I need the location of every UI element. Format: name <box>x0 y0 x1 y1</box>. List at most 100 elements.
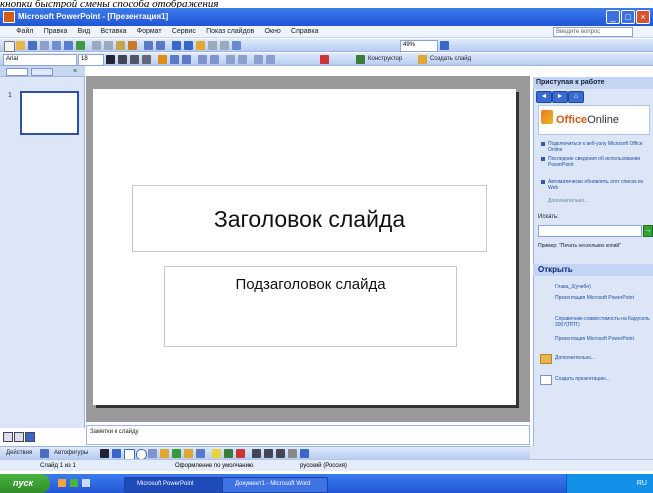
picture-icon[interactable] <box>196 449 205 458</box>
increase-indent-icon[interactable] <box>266 55 275 64</box>
new-slide-button[interactable]: Создать слайд <box>430 53 471 66</box>
new-slide-icon[interactable] <box>418 55 427 64</box>
search-go-button[interactable]: → <box>643 225 653 237</box>
menu-edit[interactable]: Правка <box>40 26 72 38</box>
menu-tools[interactable]: Сервис <box>168 26 200 38</box>
tray-language[interactable]: RU <box>637 480 647 487</box>
italic-icon[interactable] <box>118 55 127 64</box>
shadow-style-icon[interactable] <box>288 449 297 458</box>
line-style-icon[interactable] <box>252 449 261 458</box>
align-left-icon[interactable] <box>158 55 167 64</box>
tab-slides[interactable] <box>6 68 28 76</box>
decrease-indent-icon[interactable] <box>254 55 263 64</box>
preview-icon[interactable] <box>64 41 73 50</box>
font-name-combo[interactable]: Arial <box>3 54 77 66</box>
diagram-icon[interactable] <box>172 449 181 458</box>
new-icon[interactable] <box>4 41 15 52</box>
link-latest-news[interactable]: Последние сведения об использовании Powe… <box>548 156 644 168</box>
grid-icon[interactable] <box>220 41 229 50</box>
spelling-icon[interactable] <box>76 41 85 50</box>
font-size-combo[interactable]: 18 <box>78 54 104 66</box>
numbering-icon[interactable] <box>198 55 207 64</box>
line-icon[interactable] <box>100 449 109 458</box>
search-input[interactable] <box>538 225 642 237</box>
quicklaunch-icon[interactable] <box>70 479 78 487</box>
link-office-online[interactable]: Подключиться к веб-узлу Microsoft Office… <box>548 141 644 153</box>
align-center-icon[interactable] <box>170 55 179 64</box>
color-grayscale-icon[interactable] <box>232 41 241 50</box>
insert-table-icon[interactable] <box>184 41 193 50</box>
forward-arrow-icon[interactable]: ► <box>552 91 568 103</box>
start-button[interactable]: пуск <box>0 474 50 493</box>
maximize-button[interactable]: □ <box>621 10 635 24</box>
save-icon[interactable] <box>28 41 37 50</box>
open-item[interactable]: Презентация Microsoft PowerPoint <box>555 336 650 342</box>
open-item[interactable]: Презентация Microsoft PowerPoint <box>555 295 650 301</box>
redo-icon[interactable] <box>156 41 165 50</box>
help-search-input[interactable]: Введите вопрос <box>553 27 633 37</box>
link-auto-update[interactable]: Автоматически обновлять этот список из W… <box>548 179 644 191</box>
notes-pane[interactable]: Заметки к слайду <box>86 425 530 445</box>
3d-style-icon[interactable] <box>300 449 309 458</box>
undo-icon[interactable] <box>144 41 153 50</box>
shadow-icon[interactable] <box>142 55 151 64</box>
title-placeholder[interactable]: Заголовок слайда <box>132 185 487 252</box>
design-button[interactable]: Конструктор <box>368 53 402 66</box>
font-color-icon[interactable] <box>320 55 329 64</box>
minimize-button[interactable]: _ <box>606 10 620 24</box>
subtitle-placeholder[interactable]: Подзаголовок слайда <box>164 266 457 347</box>
decrease-font-icon[interactable] <box>238 55 247 64</box>
underline-icon[interactable] <box>130 55 139 64</box>
select-arrow-icon[interactable] <box>40 449 49 458</box>
fill-color-icon[interactable] <box>212 449 221 458</box>
create-presentation-link[interactable]: Создать презентацию... <box>555 376 650 382</box>
bold-icon[interactable] <box>106 55 115 64</box>
menu-format[interactable]: Формат <box>133 26 166 38</box>
wordart-icon[interactable] <box>160 449 169 458</box>
print-icon[interactable] <box>52 41 61 50</box>
arrow-style-icon[interactable] <box>276 449 285 458</box>
task-pane-title[interactable]: Приступая к работе <box>533 77 653 89</box>
show-formatting-icon[interactable] <box>208 41 217 50</box>
clipart-icon[interactable] <box>184 449 193 458</box>
slide-thumbnail[interactable] <box>20 91 79 135</box>
font-color-draw-icon[interactable] <box>236 449 245 458</box>
menu-insert[interactable]: Вставка <box>96 26 130 38</box>
normal-view-icon[interactable] <box>3 432 13 442</box>
dash-style-icon[interactable] <box>264 449 273 458</box>
tab-outline[interactable] <box>31 68 53 76</box>
line-color-icon[interactable] <box>224 449 233 458</box>
open-item[interactable]: Глава_3(учебн) <box>555 284 650 290</box>
open-icon[interactable] <box>16 41 25 50</box>
slideshow-view-icon[interactable] <box>25 432 35 442</box>
open-more-link[interactable]: Дополнительно... <box>555 355 650 361</box>
close-pane-icon[interactable]: × <box>71 68 79 76</box>
increase-font-icon[interactable] <box>226 55 235 64</box>
close-button[interactable]: × <box>636 10 650 24</box>
link-more[interactable]: Дополнительно... <box>548 198 644 204</box>
permission-icon[interactable] <box>40 41 49 50</box>
menu-file[interactable]: Файл <box>12 26 37 38</box>
arrow-icon[interactable] <box>112 449 121 458</box>
cut-icon[interactable] <box>92 41 101 50</box>
insert-picture-icon[interactable] <box>196 41 205 50</box>
menu-help[interactable]: Справка <box>287 26 322 38</box>
menu-slideshow[interactable]: Показ слайдов <box>202 26 258 38</box>
insert-chart-icon[interactable] <box>172 41 181 50</box>
design-icon[interactable] <box>356 55 365 64</box>
home-icon[interactable]: ⌂ <box>568 91 584 103</box>
zoom-combo[interactable]: 49% <box>400 40 438 52</box>
open-item[interactable]: Справочник-совместимость-на Карусель 200… <box>555 316 650 328</box>
align-right-icon[interactable] <box>182 55 191 64</box>
back-arrow-icon[interactable]: ◄ <box>536 91 552 103</box>
taskbar-word[interactable]: Документ1 - Microsoft Word <box>222 477 328 493</box>
quicklaunch-icon[interactable] <box>82 479 90 487</box>
powerpoint-app-icon[interactable] <box>3 11 15 23</box>
format-painter-icon[interactable] <box>128 41 137 50</box>
slide-sorter-view-icon[interactable] <box>14 432 24 442</box>
quicklaunch-icon[interactable] <box>58 479 66 487</box>
textbox-icon[interactable] <box>148 449 157 458</box>
help-icon[interactable] <box>440 41 449 50</box>
menu-view[interactable]: Вид <box>74 26 95 38</box>
copy-icon[interactable] <box>104 41 113 50</box>
